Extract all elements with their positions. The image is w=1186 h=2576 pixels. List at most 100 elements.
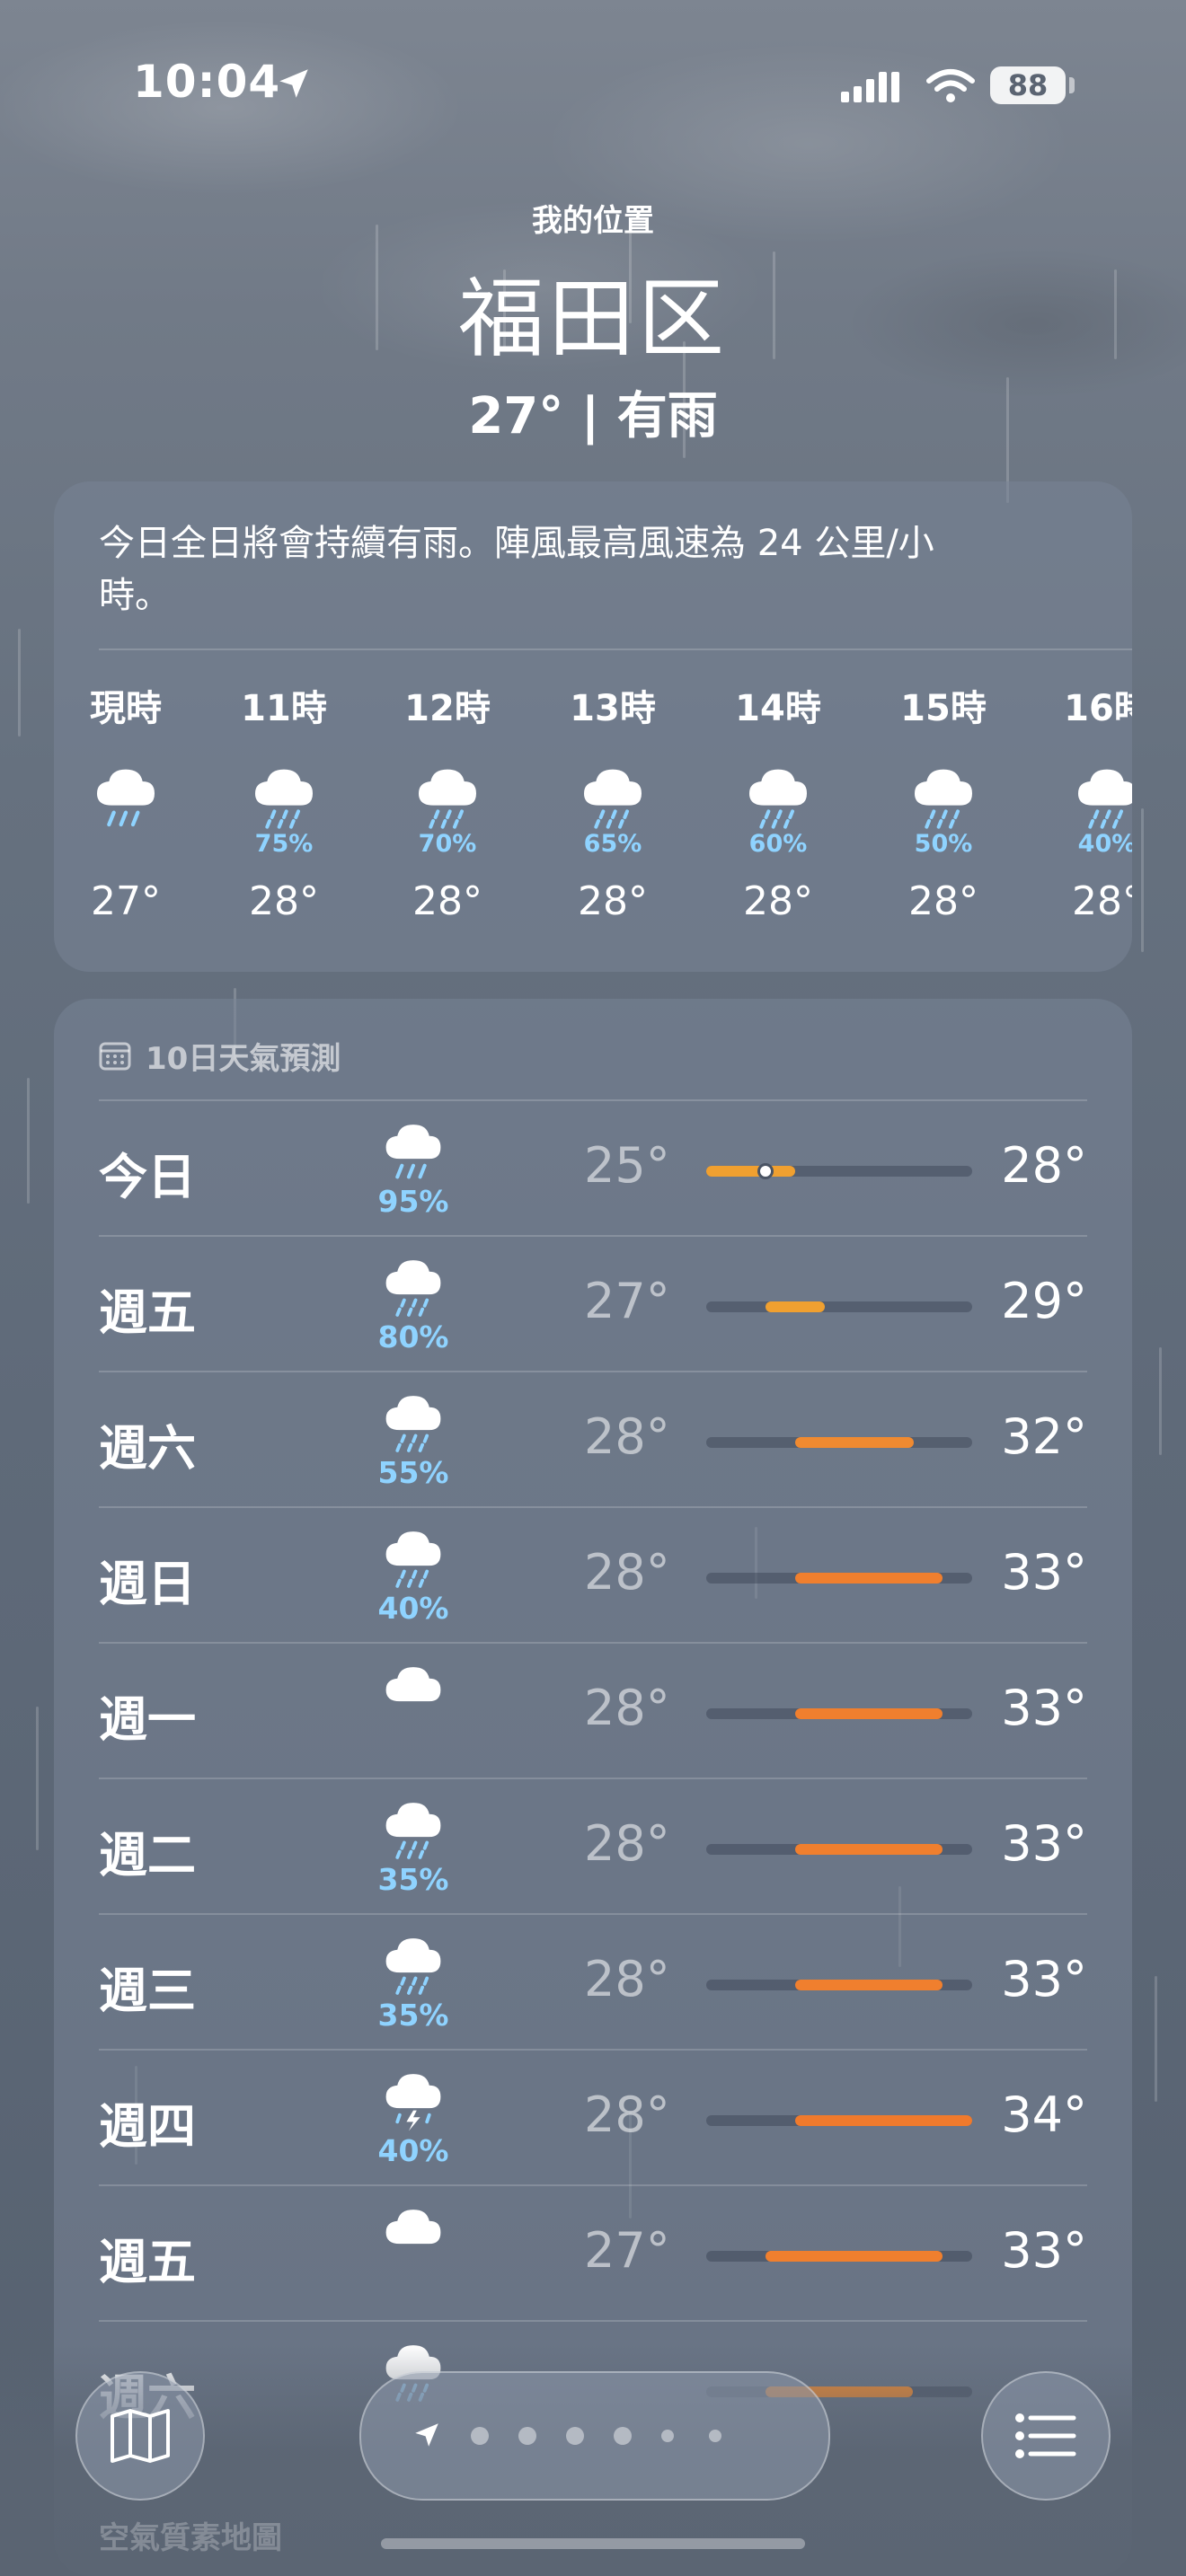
drizzle-icon: 60% (715, 760, 841, 858)
home-indicator (381, 2538, 805, 2549)
battery-indicator: 88 (990, 66, 1066, 104)
divider (99, 1506, 1087, 1508)
location-header: 我的位置 福田区 27° | 有雨 (0, 196, 1186, 448)
status-time: 10:04 (133, 56, 281, 108)
cloud-icon (359, 2201, 467, 2269)
page-dot[interactable] (518, 2427, 536, 2445)
page-dot[interactable] (661, 2430, 674, 2442)
hour-column: 現時 27° (63, 679, 189, 924)
day-row[interactable]: 今日 95% 25° 28° (99, 1099, 1087, 1234)
location-arrow-icon (279, 69, 308, 98)
day-label: 週五 (99, 1284, 196, 1341)
low-temperature: 28° (584, 1544, 670, 1601)
day-label: 週二 (99, 1827, 196, 1883)
hour-label: 14時 (735, 688, 821, 729)
day-row[interactable]: 週五 27° 33° (99, 2184, 1087, 2319)
temperature-range-track (706, 2251, 972, 2262)
hour-temperature: 28° (1072, 878, 1132, 924)
page-dot[interactable] (471, 2427, 489, 2445)
hour-label: 16時 (1064, 688, 1132, 729)
high-temperature: 33° (1001, 1680, 1087, 1736)
day-label: 週一 (99, 1691, 196, 1748)
rain-streak (1141, 808, 1144, 952)
drizzle-icon: 35% (359, 1929, 467, 2033)
drizzle-icon: 65% (550, 760, 676, 858)
cloud-icon (359, 1658, 467, 1726)
drizzle-icon: 35% (359, 1794, 467, 1897)
city-list-button[interactable] (981, 2371, 1111, 2501)
rain-streak (18, 629, 21, 737)
hour-column: 14時 60% 28° (715, 679, 841, 924)
day-row[interactable]: 週二 35% 28° 33° (99, 1778, 1087, 1912)
temperature-range-bar (766, 1301, 825, 1312)
cellular-signal-icon (841, 72, 899, 102)
page-dot[interactable] (614, 2427, 632, 2445)
hour-label: 11時 (241, 688, 327, 729)
day-row[interactable]: 週一 28° 33° (99, 1642, 1087, 1777)
day-label: 週六 (99, 1420, 196, 1477)
day-precip-chance: 40% (377, 2133, 449, 2168)
low-temperature: 28° (584, 1815, 670, 1872)
page-indicator[interactable] (359, 2371, 830, 2501)
day-precip-chance: 95% (377, 1184, 449, 1219)
hour-precip-chance: 75% (254, 830, 314, 858)
high-temperature: 34° (1001, 2086, 1087, 2143)
day-row[interactable]: 週六 55% 28° 32° (99, 1371, 1087, 1505)
day-row[interactable]: 週三 35% 28° 33° (99, 1913, 1087, 2048)
high-temperature: 33° (1001, 2222, 1087, 2279)
divider (99, 2320, 1087, 2322)
divider (99, 648, 1132, 650)
drizzle-icon: 40% (359, 1522, 467, 1626)
air-quality-map-label: 空氣質素地圖 (99, 2513, 282, 2557)
high-temperature: 33° (1001, 1544, 1087, 1601)
day-row[interactable]: 週四 40% 28° 34° (99, 2049, 1087, 2183)
calendar-icon (99, 1042, 131, 1071)
day-label: 週三 (99, 1963, 196, 2019)
map-icon (111, 2409, 170, 2463)
high-temperature: 29° (1001, 1273, 1087, 1329)
hour-label: 13時 (570, 688, 656, 729)
air-quality-map-text: 空氣質素地圖 (99, 2520, 282, 2556)
hour-column: 12時 70% 28° (385, 679, 510, 924)
page-dot[interactable] (709, 2430, 721, 2442)
rain-streak (1159, 1347, 1162, 1455)
hour-precip-chance: 65% (583, 830, 642, 858)
low-temperature: 25° (584, 1137, 670, 1194)
temperature-range-track (706, 1163, 972, 1179)
day-label: 週五 (99, 2234, 196, 2290)
temperature-range-track (706, 1573, 972, 1584)
day-precip-chance: 35% (377, 1998, 449, 2033)
page-dot[interactable] (566, 2427, 584, 2445)
hour-precip-chance: 60% (748, 830, 808, 858)
ten-day-title: 10日天氣預測 (146, 1040, 341, 1077)
low-temperature: 27° (584, 2222, 670, 2279)
hour-temperature: 28° (412, 878, 482, 924)
day-label: 今日 (99, 1149, 196, 1205)
rain-icon (63, 760, 189, 842)
hourly-description: 今日全日將會持續有雨。陣風最高風速為 24 公里/小時。 (99, 523, 934, 616)
temperature-range-bar (795, 1573, 943, 1584)
day-precip-chance: 80% (377, 1319, 449, 1354)
ten-day-forecast-card[interactable]: 10日天氣預測 今日 95% 25° 28° 週五 80% 27° 29° 週六 55% 28° 32… (54, 999, 1132, 2576)
hour-precip-chance: 50% (914, 830, 973, 858)
low-temperature: 28° (584, 1680, 670, 1736)
temperature-range-bar (795, 1708, 943, 1719)
status-bar: 10:04 88 (0, 56, 1186, 119)
drizzle-icon: 70% (385, 760, 510, 858)
current-location-page-icon (415, 2423, 438, 2447)
divider (99, 2184, 1087, 2186)
thunderstorm-icon: 40% (359, 2065, 467, 2168)
low-temperature: 27° (584, 1273, 670, 1329)
day-row[interactable]: 週五 80% 27° 29° (99, 1235, 1087, 1370)
hour-column: 13時 65% 28° (550, 679, 676, 924)
temperature-range-track (706, 1437, 972, 1448)
day-row[interactable]: 週日 40% 28° 33° (99, 1506, 1087, 1641)
rain-streak (1155, 1976, 1157, 2102)
high-temperature: 28° (1001, 1137, 1087, 1194)
hour-temperature: 28° (249, 878, 319, 924)
hour-temperature: 27° (91, 878, 161, 924)
hourly-forecast-card[interactable]: 今日全日將會持續有雨。陣風最高風速為 24 公里/小時。 現時 27° 11時 75%… (54, 481, 1132, 972)
hour-label: 15時 (900, 688, 987, 729)
map-button[interactable] (75, 2371, 205, 2501)
hour-precip-chance: 40% (1077, 830, 1132, 858)
